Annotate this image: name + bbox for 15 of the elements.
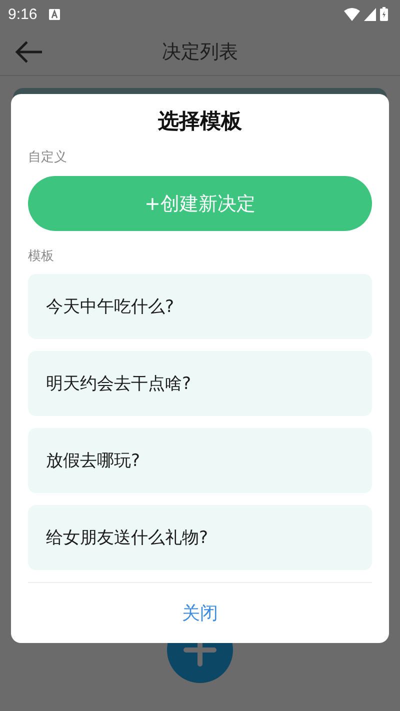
template-item[interactable]: 放假去哪玩?: [28, 428, 372, 493]
back-button[interactable]: [14, 40, 44, 64]
wifi-icon: [344, 8, 360, 20]
dialog-title: 选择模板: [157, 108, 243, 135]
page-title: 决定列表: [161, 40, 239, 64]
status-time: 9:16: [8, 6, 38, 22]
signal-icon: [364, 8, 376, 20]
section-label: 自定义: [28, 149, 68, 167]
template-item[interactable]: 给女朋友送什么礼物?: [28, 505, 372, 570]
close-button[interactable]: 关闭: [174, 597, 226, 629]
section-label: 模板: [28, 248, 55, 266]
template-item[interactable]: 今天中午吃什么?: [28, 274, 372, 339]
notification-icon: [49, 8, 60, 20]
template-item[interactable]: 明天约会去干点啥?: [28, 351, 372, 416]
battery-icon: [380, 7, 388, 21]
